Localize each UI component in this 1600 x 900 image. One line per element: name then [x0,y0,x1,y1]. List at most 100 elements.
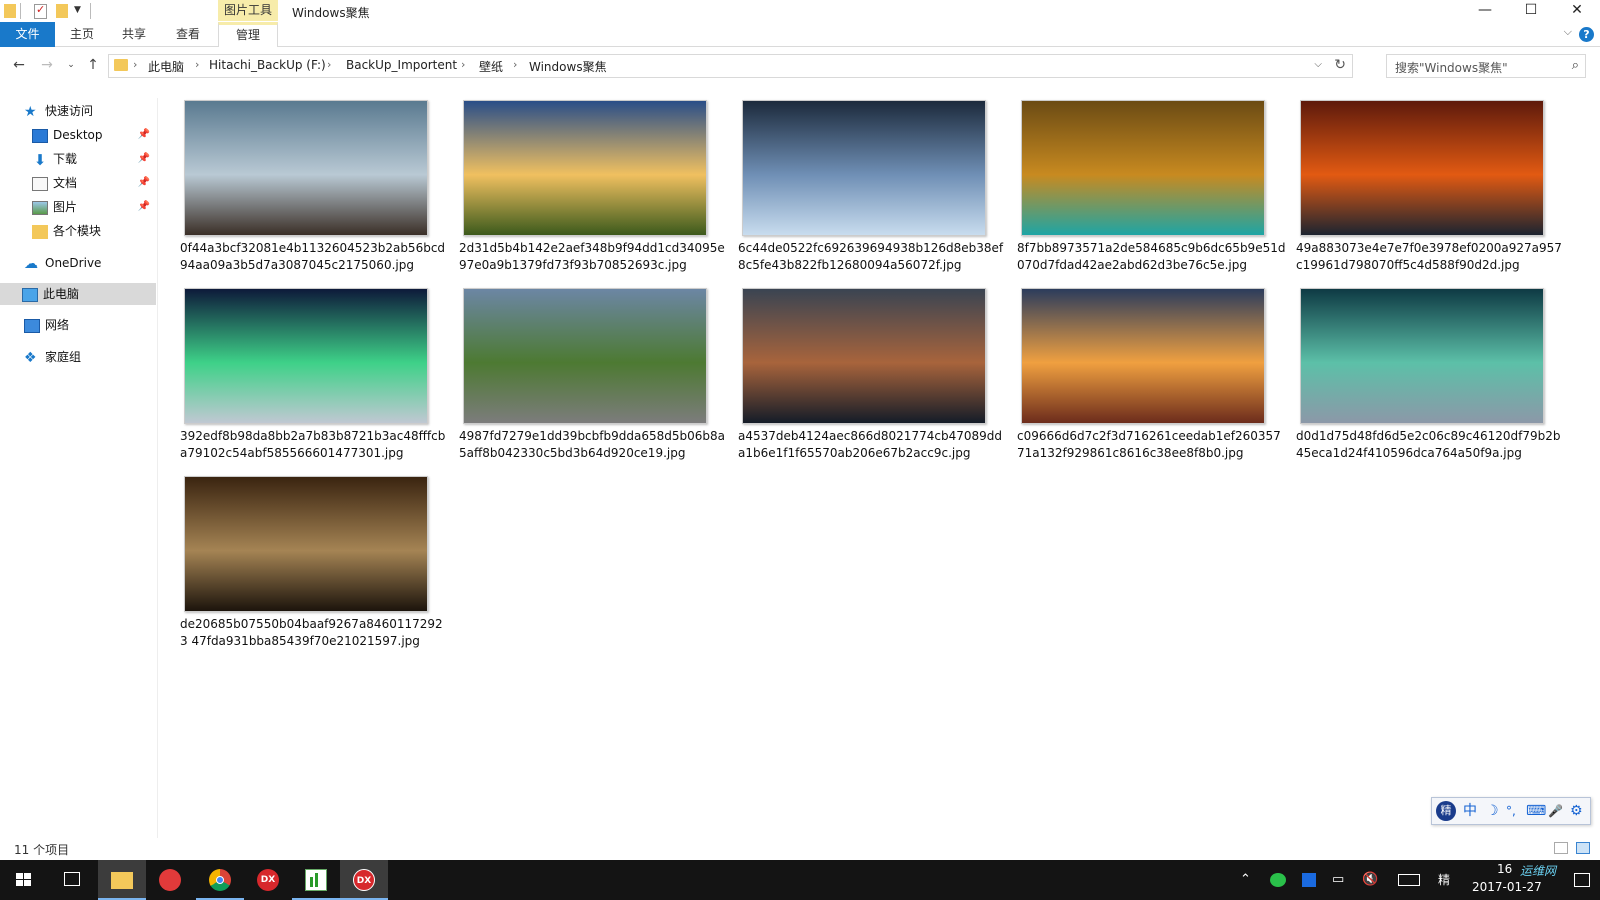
image-thumbnail[interactable] [463,100,707,236]
pin-icon[interactable]: 📌 [138,196,150,218]
file-name[interactable]: a4537deb4124aec866d8021774cb47089dda1b6e… [738,428,1008,462]
file-name[interactable]: 8f7bb8973571a2de584685c9b6dc65b9e51d070d… [1017,240,1287,274]
tab-view[interactable]: 查看 [166,22,210,47]
help-icon[interactable]: ? [1579,27,1594,42]
ime-keyboard-icon[interactable]: ⌨ [1526,802,1546,820]
image-thumbnail[interactable] [184,100,428,236]
input-method-icon[interactable]: 精 [1438,871,1450,889]
file-name[interactable]: de20685b07550b04baaf9267a84601172923 47f… [180,616,450,650]
forward-arrow-icon[interactable]: → [38,56,56,74]
tab-share[interactable]: 共享 [112,22,156,47]
details-view-icon[interactable] [1554,842,1568,854]
properties-icon[interactable]: ✓ [34,3,47,19]
image-thumbnail[interactable] [1021,100,1265,236]
nav-item-documents[interactable]: 文档 📌 [32,172,156,194]
file-tile[interactable]: 4987fd7279e1dd39bcbfb9dda658d5b06b8a5aff… [439,278,725,463]
refresh-icon[interactable]: ↻ [1334,57,1346,73]
show-hidden-icons-chevron-icon[interactable]: ⌃ [1240,871,1251,889]
file-tile[interactable]: 6c44de0522fc692639694938b126d8eb38ef8c5f… [718,90,1003,275]
file-name[interactable]: 2d31d5b4b142e2aef348b9f94dd1cd34095e97e0… [459,240,729,274]
tab-manage[interactable]: 管理 [218,22,278,47]
volume-muted-icon[interactable]: 🔇 [1362,871,1378,889]
action-center-icon[interactable] [1574,873,1590,887]
nav-item-pictures[interactable]: 图片 📌 [32,196,156,218]
nav-item-modules[interactable]: 各个模块 [32,220,156,242]
taskbar-chart-app[interactable] [292,860,340,900]
start-button[interactable] [0,860,48,900]
address-dropdown-icon[interactable]: ⌵ [1314,59,1322,70]
file-name[interactable]: 392edf8b98da8bb2a7b83b8721b3ac48fffcba79… [180,428,450,462]
image-thumbnail[interactable] [742,288,986,424]
taskbar-app-red[interactable] [146,860,194,900]
image-thumbnail[interactable] [1300,100,1544,236]
nav-network[interactable]: 网络 [24,314,154,336]
crumb-backup-folder[interactable]: BackUp_Importent [346,58,457,72]
ime-halfwidth-icon[interactable]: ☽ [1486,802,1499,820]
file-name[interactable]: d0d1d75d48fd6d5e2c06c89c46120df79b2b45ec… [1296,428,1566,462]
recent-locations-chevron-icon[interactable]: ⌄ [62,56,80,74]
ime-settings-icon[interactable]: ⚙ [1570,802,1583,820]
file-tile[interactable]: a4537deb4124aec866d8021774cb47089dda1b6e… [718,278,1002,463]
crumb-wallpaper[interactable]: 壁纸 [479,58,503,75]
file-name[interactable]: 4987fd7279e1dd39bcbfb9dda658d5b06b8a5aff… [459,428,729,462]
nav-this-pc[interactable]: 此电脑 [0,283,156,305]
maximize-button[interactable]: ☐ [1508,0,1554,22]
image-thumbnail[interactable] [1021,288,1265,424]
image-thumbnail[interactable] [1300,288,1544,424]
keyboard-icon[interactable] [1398,874,1420,886]
taskbar-file-explorer[interactable] [98,860,146,900]
crumb-this-pc[interactable]: 此电脑 [148,58,184,75]
back-arrow-icon[interactable]: ← [10,56,28,74]
file-tile[interactable]: 2d31d5b4b142e2aef348b9f94dd1cd34095e97e0… [439,90,725,275]
nav-onedrive[interactable]: ☁ OneDrive [24,252,154,274]
folder-icon[interactable] [4,4,16,18]
ime-chinese-mode[interactable]: 中 [1463,802,1477,820]
file-tile[interactable]: 8f7bb8973571a2de584685c9b6dc65b9e51d070d… [997,90,1285,275]
pin-icon[interactable]: 📌 [138,124,150,146]
pin-icon[interactable]: 📌 [138,172,150,194]
image-thumbnail[interactable] [184,288,428,424]
pin-icon[interactable]: 📌 [138,148,150,170]
file-name[interactable]: c09666d6d7c2f3d716261ceedab1ef26035771a1… [1017,428,1287,462]
ime-punctuation-icon[interactable]: °, [1506,802,1516,820]
up-arrow-icon[interactable]: ↑ [84,56,102,74]
ime-microphone-icon[interactable]: 🎤 [1548,802,1563,820]
image-thumbnail[interactable] [184,476,428,612]
minimize-button[interactable]: — [1462,0,1508,22]
task-view-button[interactable] [48,860,96,900]
image-thumbnail[interactable] [463,288,707,424]
search-box[interactable]: 搜索"Windows聚焦" ⌕ [1386,54,1586,78]
network-status-icon[interactable]: ▭ [1332,871,1344,889]
file-tile[interactable]: d0d1d75d48fd6d5e2c06c89c46120df79b2b45ec… [1276,278,1561,463]
taskbar-dx-app-1[interactable]: DX [244,860,292,900]
crumb-current-folder[interactable]: Windows聚焦 [529,58,607,75]
large-icons-view-icon[interactable] [1576,842,1590,854]
qat-dropdown-icon[interactable]: ▼ [74,5,81,21]
new-folder-icon[interactable] [56,4,68,18]
file-tile[interactable]: 49a883073e4e7e7f0e3978ef0200a927a957c199… [1276,90,1562,275]
address-bar[interactable]: › 此电脑 › Hitachi_BackUp (F:) › BackUp_Imp… [108,54,1353,78]
file-name[interactable]: 49a883073e4e7e7f0e3978ef0200a927a957c199… [1296,240,1566,274]
search-icon[interactable]: ⌕ [1572,58,1579,73]
tab-home[interactable]: 主页 [60,22,104,47]
taskbar-chrome[interactable] [196,860,244,900]
taskbar-dx-app-2[interactable]: DX [340,860,388,900]
nav-quick-access[interactable]: ★ 快速访问 [24,100,154,122]
chevron-right-icon[interactable]: › [327,58,331,71]
file-tile[interactable]: 392edf8b98da8bb2a7b83b8721b3ac48fffcba79… [160,278,445,463]
file-name[interactable]: 0f44a3bcf32081e4b1132604523b2ab56bcd94aa… [180,240,450,274]
crumb-drive[interactable]: Hitachi_BackUp (F:) [209,58,326,72]
file-tile[interactable]: c09666d6d7c2f3d716261ceedab1ef26035771a1… [997,278,1281,463]
nav-homegroup[interactable]: ❖ 家庭组 [24,346,154,368]
file-tile[interactable]: de20685b07550b04baaf9267a84601172923 47f… [160,466,443,651]
nav-item-desktop[interactable]: Desktop 📌 [32,124,156,146]
file-tile[interactable]: 0f44a3bcf32081e4b1132604523b2ab56bcd94aa… [160,90,445,275]
file-name[interactable]: 6c44de0522fc692639694938b126d8eb38ef8c5f… [738,240,1008,274]
image-thumbnail[interactable] [742,100,986,236]
tab-file[interactable]: 文件 [0,22,55,47]
ime-logo-icon[interactable]: 精 [1436,801,1456,821]
expand-ribbon-icon[interactable]: ⌵ [1564,25,1572,39]
chevron-right-icon[interactable]: › [513,58,517,71]
chevron-right-icon[interactable]: › [461,58,465,71]
wechat-icon[interactable] [1270,873,1286,887]
